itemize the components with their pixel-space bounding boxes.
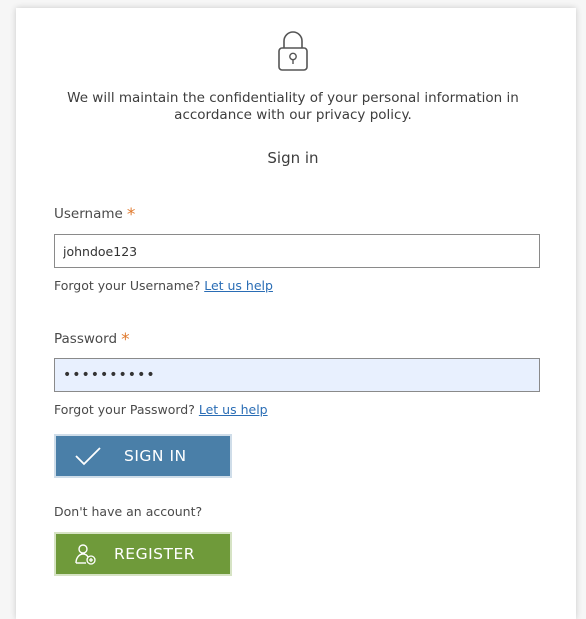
no-account-text: Don't have an account? bbox=[54, 504, 203, 519]
username-input[interactable] bbox=[54, 234, 540, 268]
register-label: REGISTER bbox=[114, 545, 196, 563]
forgot-username-link[interactable]: Let us help bbox=[204, 278, 273, 293]
forgot-username-text: Forgot your Username? bbox=[54, 278, 201, 293]
sign-in-button[interactable]: SIGN IN bbox=[54, 434, 232, 478]
username-label-text: Username bbox=[54, 206, 123, 222]
checkmark-icon bbox=[74, 446, 102, 466]
username-label: Username * bbox=[54, 203, 136, 225]
add-user-icon bbox=[74, 542, 98, 566]
lock-icon-wrap bbox=[0, 28, 586, 72]
forgot-username: Forgot your Username? Let us help bbox=[54, 278, 273, 293]
forgot-password-link[interactable]: Let us help bbox=[199, 402, 268, 417]
forgot-password-text: Forgot your Password? bbox=[54, 402, 195, 417]
privacy-notice: We will maintain the confidentiality of … bbox=[67, 90, 519, 123]
lock-icon bbox=[278, 31, 308, 71]
required-marker: * bbox=[126, 205, 136, 225]
forgot-password: Forgot your Password? Let us help bbox=[54, 402, 268, 417]
password-label-text: Password bbox=[54, 331, 118, 347]
required-marker: * bbox=[121, 330, 130, 350]
sign-in-label: SIGN IN bbox=[124, 447, 187, 465]
register-button[interactable]: REGISTER bbox=[54, 532, 232, 576]
password-label: Password * bbox=[54, 328, 130, 350]
password-input[interactable] bbox=[54, 358, 540, 392]
page-title: Sign in bbox=[267, 149, 319, 167]
page: We will maintain the confidentiality of … bbox=[0, 0, 586, 619]
